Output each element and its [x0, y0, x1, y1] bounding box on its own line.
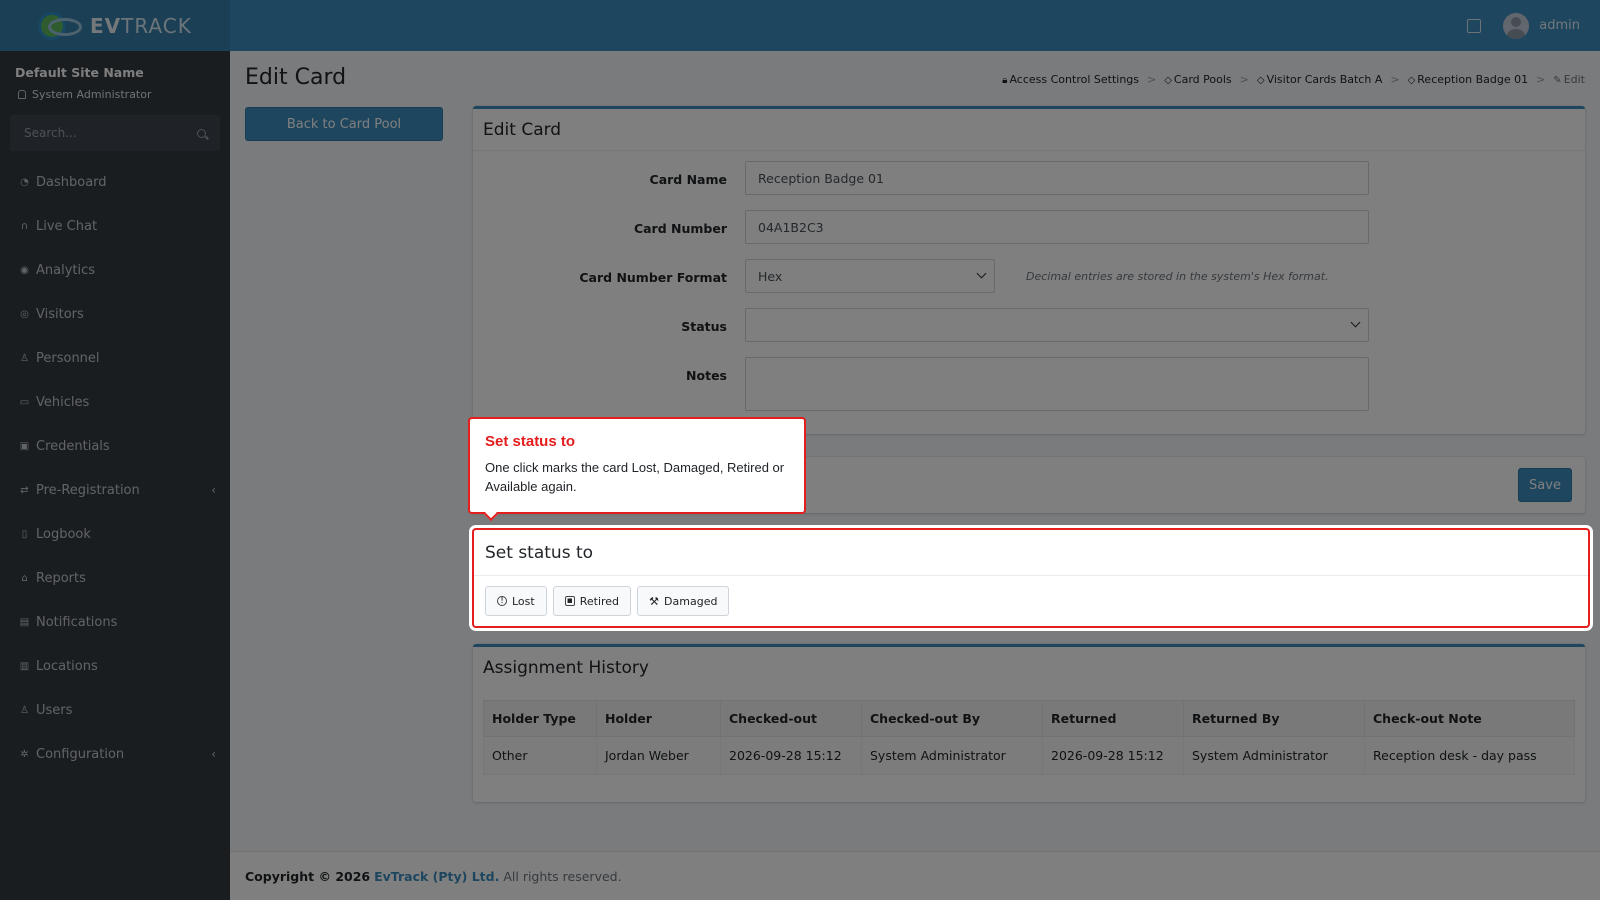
info-circle-icon: !	[497, 596, 507, 606]
sidebar-item-logbook[interactable]: ▯ Logbook	[0, 512, 230, 556]
map-icon: ▥	[19, 660, 30, 672]
tag-icon: ◇	[1407, 75, 1416, 86]
dashboard-icon: ◔	[20, 176, 29, 188]
user-menu[interactable]: admin	[1503, 12, 1580, 39]
sidebar-item-dashboard[interactable]: ◔ Dashboard	[0, 160, 230, 204]
sidebar-item-pre-registration[interactable]: ⇄ Pre-Registration ‹	[0, 468, 230, 512]
car-icon: ▭	[19, 396, 30, 408]
card-number-format-select[interactable]: Hex	[745, 259, 995, 293]
card-name-input[interactable]: Reception Badge 01	[745, 161, 1369, 195]
chevron-left-icon: ‹	[211, 483, 216, 497]
breadcrumb-access-control[interactable]: 🔒︎ Access Control Settings	[1002, 73, 1139, 86]
user-role: System Administrator	[18, 88, 152, 101]
company-link[interactable]: EvTrack (Pty) Ltd.	[374, 869, 499, 884]
site-name[interactable]: Default Site Name	[15, 65, 144, 80]
card-number-label: Card Number	[633, 221, 727, 236]
sidebar: Default Site Name System Administrator S…	[0, 51, 230, 900]
col-returned-by[interactable]: Returned By	[1183, 700, 1365, 737]
sidebar-item-users[interactable]: ♙ Users	[0, 688, 230, 732]
lock-icon: 🔒︎	[1002, 75, 1008, 86]
table-row: Other Jordan Weber 2026-09-28 15:12 Syst…	[483, 736, 1575, 775]
sidebar-item-analytics[interactable]: ◉ Analytics	[0, 248, 230, 292]
status-select[interactable]	[745, 308, 1369, 342]
format-hint: Decimal entries are stored in the system…	[1026, 270, 1329, 283]
col-checked-out-by[interactable]: Checked-out By	[861, 700, 1043, 737]
globe-logo-icon	[38, 10, 88, 42]
page-title: Edit Card	[245, 65, 347, 90]
assignment-history-panel: Assignment History Holder Type Holder Ch…	[473, 644, 1585, 802]
back-to-card-pool-button[interactable]: Back to Card Pool	[245, 107, 443, 141]
top-navbar: EVTRACK admin	[0, 0, 1600, 51]
book-icon: ▯	[21, 528, 28, 540]
gear-icon: ✲	[20, 748, 29, 760]
col-holder-type[interactable]: Holder Type	[483, 700, 597, 737]
edit-card-panel: Edit Card Card Name Reception Badge 01 C…	[473, 106, 1585, 434]
card-name-label: Card Name	[649, 172, 727, 187]
chevron-left-icon: ‹	[211, 747, 216, 761]
book-icon[interactable]	[1467, 18, 1482, 33]
avatar	[1503, 12, 1530, 39]
user-name: admin	[1539, 18, 1580, 33]
sidebar-item-reports[interactable]: ⌂ Reports	[0, 556, 230, 600]
sidebar-item-locations[interactable]: ▥ Locations	[0, 644, 230, 688]
reports-icon: ⌂	[21, 572, 28, 584]
set-lost-button[interactable]: ! Lost	[485, 586, 547, 616]
tag-icon: ◇	[1164, 75, 1172, 86]
breadcrumb-edit: ✎ Edit	[1553, 73, 1585, 86]
save-button[interactable]: Save	[1518, 468, 1572, 502]
col-checked-out[interactable]: Checked-out	[720, 700, 862, 737]
pencil-icon: ✎	[1553, 75, 1562, 86]
wrench-icon: ⚒	[649, 594, 659, 608]
tag-icon: ◇	[1256, 75, 1265, 86]
set-status-heading: Set status to	[474, 530, 1588, 576]
sidebar-search-input[interactable]: Search...	[10, 115, 220, 151]
breadcrumb: 🔒︎ Access Control Settings > ◇ Card Pools …	[1002, 73, 1585, 86]
col-returned[interactable]: Returned	[1042, 700, 1184, 737]
search-icon[interactable]	[197, 128, 206, 138]
chevron-down-icon	[976, 268, 987, 279]
archive-icon: ▪	[564, 595, 575, 606]
set-status-panel: Set status to ! Lost ▪ Retired ⚒ Damaged	[472, 528, 1590, 628]
sidebar-nav: ◔ Dashboard ∩ Live Chat ◉ Analytics ◎ Visito…	[0, 160, 230, 776]
footer: Copyright © 2026 EvTrack (Pty) Ltd. All …	[230, 851, 1600, 900]
breadcrumb-card[interactable]: ◇ Reception Badge 01	[1408, 73, 1529, 86]
users-icon: ♙	[20, 704, 29, 716]
sidebar-item-live-chat[interactable]: ∩ Live Chat	[0, 204, 230, 248]
sidebar-item-visitors[interactable]: ◎ Visitors	[0, 292, 230, 336]
main-content: Edit Card 🔒︎ Access Control Settings > ◇ C…	[230, 51, 1600, 851]
sidebar-item-personnel[interactable]: ♙ Personnel	[0, 336, 230, 380]
sidebar-item-vehicles[interactable]: ▭ Vehicles	[0, 380, 230, 424]
credentials-icon: ▣	[19, 440, 30, 452]
status-label: Status	[681, 319, 727, 334]
notes-label: Notes	[686, 368, 727, 383]
breadcrumb-card-pools[interactable]: ◇ Card Pools	[1164, 73, 1231, 86]
personnel-icon: ♙	[20, 352, 29, 364]
exchange-icon: ⇄	[20, 484, 29, 496]
assignment-history-heading: Assignment History	[483, 658, 649, 678]
tooltip-body: One click marks the card Lost, Damaged, …	[485, 460, 785, 494]
set-retired-button[interactable]: ▪ Retired	[552, 586, 632, 616]
col-holder[interactable]: Holder	[596, 700, 721, 737]
tour-tooltip: Set status to One click marks the card L…	[468, 417, 806, 522]
card-number-input[interactable]: 04A1B2C3	[745, 210, 1369, 244]
notifications-icon: ▤	[19, 616, 30, 628]
card-number-format-label: Card Number Format	[579, 270, 727, 285]
analytics-icon: ◉	[20, 264, 29, 276]
assignment-history-table: Holder Type Holder Checked-out Checked-o…	[483, 700, 1575, 775]
chevron-down-icon	[1350, 317, 1361, 328]
sidebar-item-configuration[interactable]: ✲ Configuration ‹	[0, 732, 230, 776]
notes-textarea[interactable]	[745, 357, 1369, 411]
set-damaged-button[interactable]: ⚒ Damaged	[637, 586, 730, 616]
eye-icon: ◎	[20, 308, 29, 320]
headset-icon: ∩	[20, 220, 29, 232]
sidebar-item-notifications[interactable]: ▤ Notifications	[0, 600, 230, 644]
user-icon	[18, 90, 26, 99]
tooltip-title: Set status to	[485, 433, 576, 450]
edit-card-heading: Edit Card	[473, 109, 1585, 151]
brand-name: EVTRACK	[90, 13, 192, 38]
brand-logo[interactable]: EVTRACK	[0, 0, 230, 51]
breadcrumb-card-batch[interactable]: ◇ Visitor Cards Batch A	[1257, 73, 1383, 86]
col-check-out-note[interactable]: Check-out Note	[1364, 700, 1575, 737]
sidebar-item-credentials[interactable]: ▣ Credentials	[0, 424, 230, 468]
